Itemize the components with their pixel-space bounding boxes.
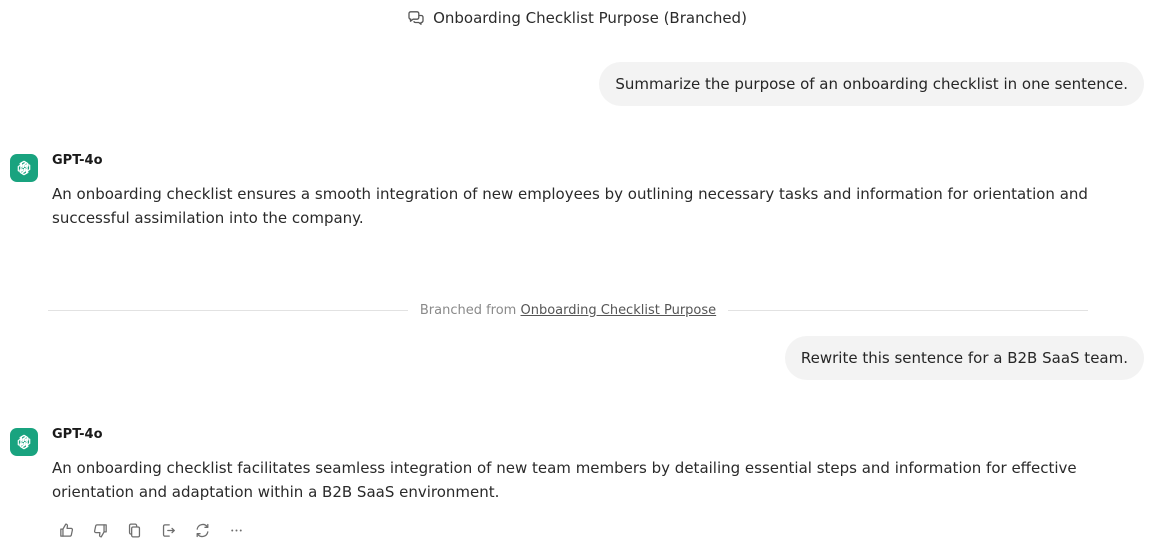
divider-line-right	[728, 309, 1088, 311]
model-name: GPT-4o	[52, 153, 103, 168]
branch-label: Branched from Onboarding Checklist Purpo…	[408, 303, 728, 318]
branch-prefix: Branched from	[419, 302, 517, 318]
branch-icon[interactable]	[158, 520, 178, 540]
divider-line-left	[48, 309, 408, 311]
assistant-message-text: An onboarding checklist facilitates seam…	[52, 459, 1077, 501]
branch-divider: Branched from Onboarding Checklist Purpo…	[48, 300, 1088, 320]
user-message: Rewrite this sentence for a B2B SaaS tea…	[784, 336, 1144, 380]
openai-logo-icon	[10, 154, 38, 182]
assistant-message: GPT-4o An onboarding checklist ensures a…	[10, 153, 1120, 234]
regenerate-icon[interactable]	[192, 520, 212, 540]
conversation-title-bar: Onboarding Checklist Purpose (Branched)	[0, 8, 1154, 28]
message-action-bar	[56, 520, 246, 540]
chat-bubbles-icon	[407, 10, 425, 26]
thumbs-up-icon[interactable]	[56, 520, 76, 540]
branch-source-link[interactable]: Onboarding Checklist Purpose	[521, 303, 717, 318]
thumbs-down-icon[interactable]	[90, 520, 110, 540]
chat-page: Onboarding Checklist Purpose (Branched) …	[0, 0, 1154, 556]
user-message: Summarize the purpose of an onboarding c…	[599, 62, 1144, 106]
copy-icon[interactable]	[124, 520, 144, 540]
more-icon[interactable]	[226, 520, 246, 540]
openai-logo-icon	[10, 428, 38, 456]
conversation-title: Onboarding Checklist Purpose (Branched)	[433, 9, 747, 27]
assistant-message: GPT-4o An onboarding checklist facilitat…	[10, 427, 1120, 508]
user-message-text: Rewrite this sentence for a B2B SaaS tea…	[800, 349, 1128, 367]
model-name: GPT-4o	[52, 427, 103, 442]
user-message-text: Summarize the purpose of an onboarding c…	[615, 75, 1128, 93]
assistant-message-text: An onboarding checklist ensures a smooth…	[52, 185, 1088, 227]
